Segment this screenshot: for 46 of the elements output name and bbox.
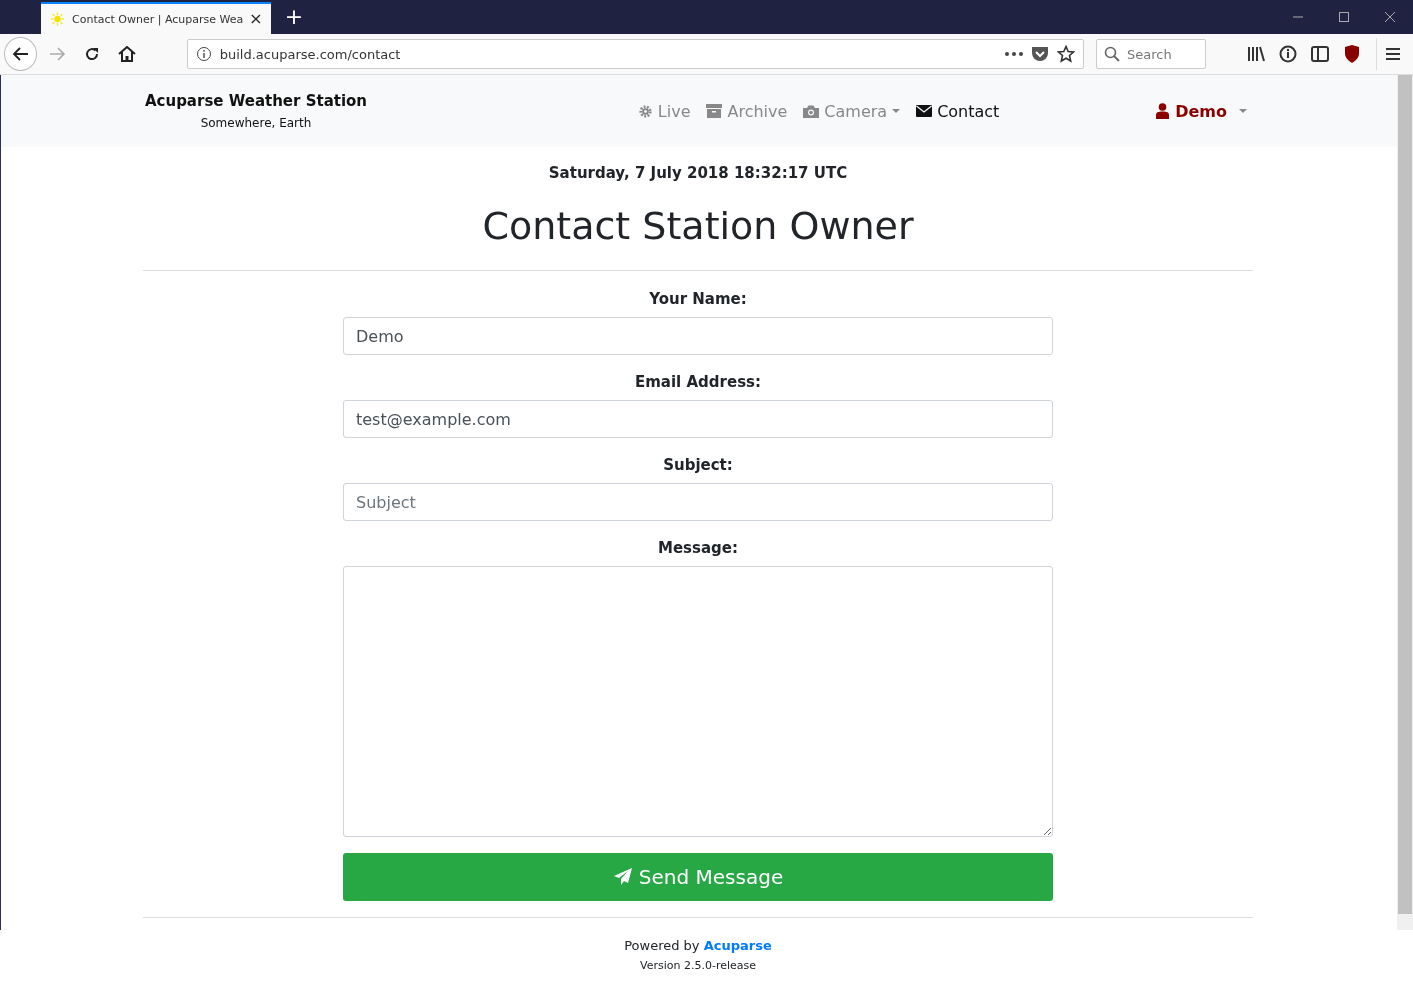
camera-icon [803, 104, 820, 118]
user-menu[interactable]: Demo [1156, 101, 1247, 121]
tab-title: Contact Owner | Acuparse Wea [72, 12, 244, 26]
text-field[interactable]: Demo [343, 317, 1053, 355]
search-field[interactable]: Search [1096, 39, 1206, 69]
site-location: Somewhere, Earth [200, 116, 312, 130]
archive-icon [706, 104, 723, 118]
menu-icon[interactable] [1385, 47, 1401, 61]
field-label: Your Name: [648, 290, 748, 308]
paper-plane-icon [612, 867, 633, 887]
caret-icon [892, 109, 901, 113]
info-icon[interactable] [195, 46, 212, 62]
sidebar-icon[interactable] [1311, 46, 1329, 62]
field-label: Message: [657, 539, 739, 557]
star-icon[interactable] [1057, 45, 1075, 63]
powered-by-text: Powered by Acuparse [624, 938, 772, 953]
page-heading: Contact Station Owner [482, 204, 914, 248]
date-time: Saturday, 7 July 2018 18:32:17 UTC [548, 164, 848, 182]
reload-icon[interactable] [83, 46, 100, 62]
back-button[interactable] [4, 37, 38, 71]
shield-icon[interactable] [1344, 45, 1360, 63]
acuparse-link[interactable]: Acuparse [703, 938, 772, 953]
close-icon[interactable] [251, 13, 261, 25]
nav-link[interactable]: Contact [916, 101, 1000, 121]
more-icon[interactable] [1005, 52, 1023, 56]
sun-icon [51, 11, 64, 27]
text-field[interactable]: Subject [343, 483, 1053, 521]
text-field[interactable]: test@example.com [343, 400, 1053, 438]
pocket-icon[interactable] [1031, 46, 1049, 62]
address-bar[interactable]: build.acuparse.com/contact [186, 39, 1084, 69]
new-tab-button[interactable]: + [279, 2, 309, 34]
info-icon[interactable] [1279, 45, 1297, 63]
scrollbar[interactable] [1397, 75, 1413, 930]
gear-icon [637, 103, 653, 119]
home-icon[interactable] [118, 46, 137, 62]
caret-icon [1239, 109, 1247, 113]
version-text: Version 2.5.0-release [640, 959, 756, 972]
user-icon [1156, 103, 1170, 119]
field-label: Subject: [662, 456, 734, 474]
browser-tab[interactable]: Contact Owner | Acuparse Wea [41, 2, 271, 34]
site-title[interactable]: Acuparse Weather Station [144, 92, 368, 110]
message-field[interactable] [343, 566, 1053, 837]
envelope-icon [916, 105, 933, 117]
library-icon[interactable] [1247, 46, 1265, 62]
back-arrow-icon [11, 45, 30, 63]
field-label: Email Address: [634, 373, 762, 391]
